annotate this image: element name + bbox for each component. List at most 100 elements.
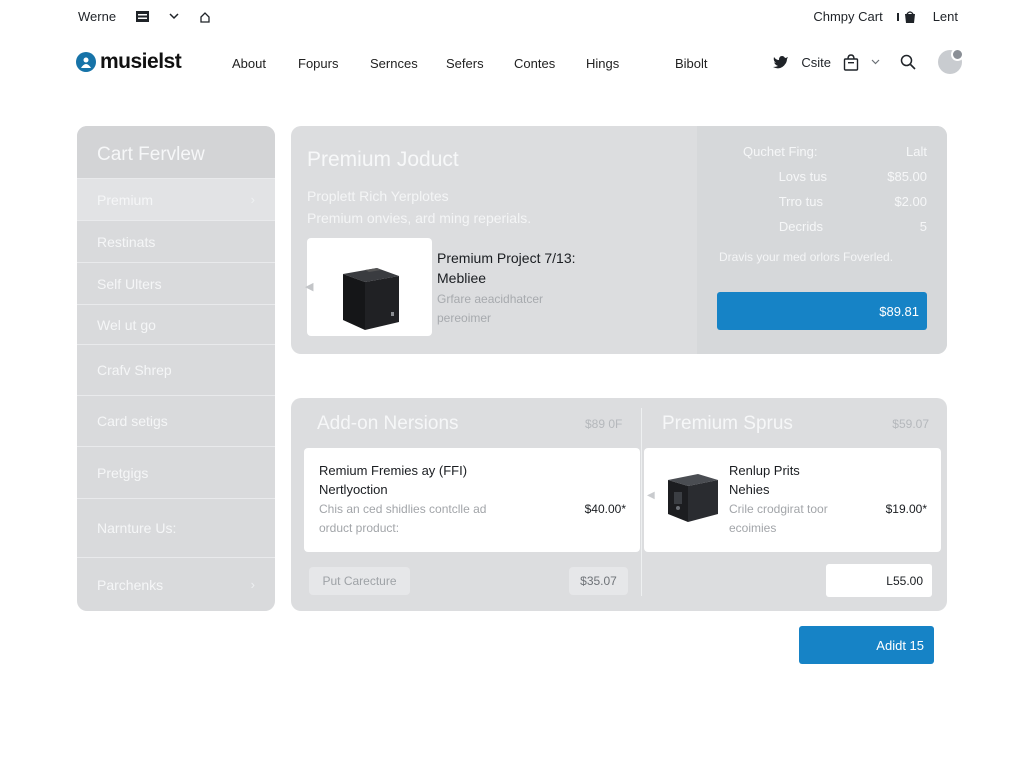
promo-field-value: L55.00 xyxy=(886,573,923,588)
addons-left-price: $89 0F xyxy=(585,417,623,431)
promo-field[interactable]: L55.00 xyxy=(826,564,932,597)
order-summary: Quchet Fing: Lalt Lovs tus $85.00 Trro t… xyxy=(697,126,947,354)
apply-coupon-button[interactable]: Put Carecture xyxy=(309,567,410,595)
nav-actions: Csite xyxy=(773,48,964,74)
sidebar-item-crafv-shrep[interactable]: Crafv Shrep xyxy=(77,344,275,395)
summary-row-value: $85.00 xyxy=(887,169,927,184)
chevron-down-icon[interactable] xyxy=(871,59,880,65)
product-name-line: Mebliee xyxy=(437,270,487,286)
summary-row-label: Decrids xyxy=(778,219,823,234)
chevron-right-icon: › xyxy=(250,192,255,207)
twitter-icon[interactable] xyxy=(773,55,789,69)
product-name: Premium Project 7/13: Mebliee xyxy=(437,248,576,288)
addon-description-line: orduct product: xyxy=(319,521,400,535)
social-label[interactable]: Csite xyxy=(801,55,831,70)
addon-card-right[interactable]: ◀ Renlup Prits Nehies Crile crodgirat to… xyxy=(644,448,941,552)
sidebar-item-card-setigs[interactable]: Card setigs xyxy=(77,395,275,446)
product-title: Premium Joduct xyxy=(307,148,459,171)
add-to-cart-button[interactable]: Adidt 15 xyxy=(799,626,934,664)
addons-right-title: Premium Sprus xyxy=(662,413,793,434)
addon-name-line: Nehies xyxy=(729,482,770,497)
checkout-button-label: $89.81 xyxy=(879,303,919,319)
sidebar-item-label: Pretgigs xyxy=(97,464,149,481)
nav-link-hings[interactable]: Hings xyxy=(586,56,675,71)
sidebar-item-label: Narnture Us: xyxy=(97,520,177,536)
addon-name-line: Renlup Prits xyxy=(729,463,800,478)
nav-link-about[interactable]: About xyxy=(232,56,298,71)
cart-icon[interactable] xyxy=(896,10,919,24)
addon-name: Remium Fremies ay (FFI) Nertlyoction xyxy=(319,461,467,499)
bag-icon[interactable] xyxy=(843,53,859,71)
utility-right: Chmpy Cart Lent xyxy=(813,9,958,24)
sidebar-item-self-ulters[interactable]: Self Ulters xyxy=(77,262,275,304)
chevron-left-icon[interactable]: ◀ xyxy=(305,280,313,293)
avatar[interactable] xyxy=(938,48,964,74)
chevron-left-icon[interactable]: ◀ xyxy=(647,490,655,501)
addon-description: Chis an ced shidlies contclle ad orduct … xyxy=(319,500,486,538)
checkout-button[interactable]: $89.81 xyxy=(717,292,927,330)
addon-description: Crile crodgirat toor ecoimies xyxy=(729,500,828,538)
brand-name: musielst xyxy=(100,50,182,73)
addon-description-line: ecoimies xyxy=(729,521,777,535)
cart-link[interactable]: Chmpy Cart xyxy=(813,9,882,24)
sidebar-title: Cart Fervlew xyxy=(77,126,275,178)
product-subtitle: Proplett Rich Yerplotes Premium onvies, … xyxy=(307,185,531,229)
sidebar-item-restinats[interactable]: Restinats xyxy=(77,220,275,262)
nav-link-sernces[interactable]: Sernces xyxy=(370,56,446,71)
product-thumbnail[interactable]: ◀ xyxy=(305,238,432,336)
sidebar-item-label: Premium xyxy=(97,191,154,208)
apply-coupon-label: Put Carecture xyxy=(322,574,397,588)
sidebar-item-parchenks[interactable]: Parchenks › xyxy=(77,557,275,611)
product-details: Premium Joduct Proplett Rich Yerplotes P… xyxy=(291,126,697,354)
product-name-line: Premium Project 7/13: xyxy=(437,250,576,266)
sidebar-item-label: Wel ut go xyxy=(97,316,156,333)
product-image xyxy=(343,268,399,330)
cart-sidebar: Cart Fervlew Premium › Restinats Self Ul… xyxy=(77,126,275,611)
sidebar-item-label: Crafv Shrep xyxy=(97,362,172,378)
summary-row-value: 5 xyxy=(919,219,927,234)
sidebar-item-pretgigs[interactable]: Pretgigs xyxy=(77,446,275,498)
account-link[interactable]: Lent xyxy=(933,9,958,24)
sidebar-item-label: Parchenks xyxy=(97,576,164,593)
nav-link-fopurs[interactable]: Fopurs xyxy=(298,56,370,71)
addon-description-line: Crile crodgirat toor xyxy=(729,502,828,516)
addons-subtotal: $35.07 xyxy=(569,567,628,595)
addon-card-left[interactable]: Remium Fremies ay (FFI) Nertlyoction Chi… xyxy=(304,448,640,552)
main-nav: musielst About Fopurs Sernces Sefers Con… xyxy=(0,44,1024,84)
menu-icon[interactable] xyxy=(136,11,150,22)
summary-header-label: Quchet Fing: xyxy=(743,144,818,159)
sidebar-item-label: Card setigs xyxy=(97,413,168,429)
chevron-down-icon[interactable] xyxy=(169,13,179,20)
addons-panel: Add-on Nersions $89 0F Premium Sprus $59… xyxy=(291,398,947,611)
nav-link-bibolt[interactable]: Bibolt xyxy=(675,56,708,71)
home-icon[interactable] xyxy=(199,11,211,23)
sidebar-item-narnture-us[interactable]: Narnture Us: xyxy=(77,498,275,557)
addons-left-title: Add-on Nersions xyxy=(317,413,459,434)
sidebar-item-label: Self Ulters xyxy=(97,275,162,292)
addon-product-image xyxy=(668,474,718,522)
addon-name-line: Nertlyoction xyxy=(319,482,388,497)
chevron-right-icon: › xyxy=(250,577,255,592)
nav-links: About Fopurs Sernces Sefers Contes Hings… xyxy=(232,56,708,71)
product-subtitle-line: Proplett Rich Yerplotes xyxy=(307,188,449,204)
brand-logo[interactable]: musielst xyxy=(76,50,182,74)
summary-note: Dravis your med orlors Foverled. xyxy=(719,250,894,264)
brand-logo-icon xyxy=(76,52,96,72)
utility-left-link[interactable]: Werne xyxy=(78,9,116,24)
addons-subtotal-value: $35.07 xyxy=(580,574,617,588)
addon-price: $19.00* xyxy=(885,502,927,516)
addons-divider xyxy=(641,408,642,596)
utility-bar: Werne Chmpy Cart Lent xyxy=(0,0,1024,34)
sidebar-item-premium[interactable]: Premium › xyxy=(77,178,275,220)
nav-link-sefers[interactable]: Sefers xyxy=(446,56,514,71)
sidebar-item-wel-ut-go[interactable]: Wel ut go xyxy=(77,304,275,344)
product-description-line: pereoimer xyxy=(437,311,492,325)
add-to-cart-label: Adidt 15 xyxy=(876,637,924,653)
summary-row-label: Trro tus xyxy=(778,194,823,209)
search-icon[interactable] xyxy=(900,54,916,70)
addons-right-price: $59.07 xyxy=(892,417,929,431)
addon-price: $40.00* xyxy=(584,502,626,516)
product-description-line: Grfare aeacidhatcer xyxy=(437,292,544,306)
product-description: Grfare aeacidhatcer pereoimer xyxy=(437,290,543,328)
nav-link-contes[interactable]: Contes xyxy=(514,56,586,71)
